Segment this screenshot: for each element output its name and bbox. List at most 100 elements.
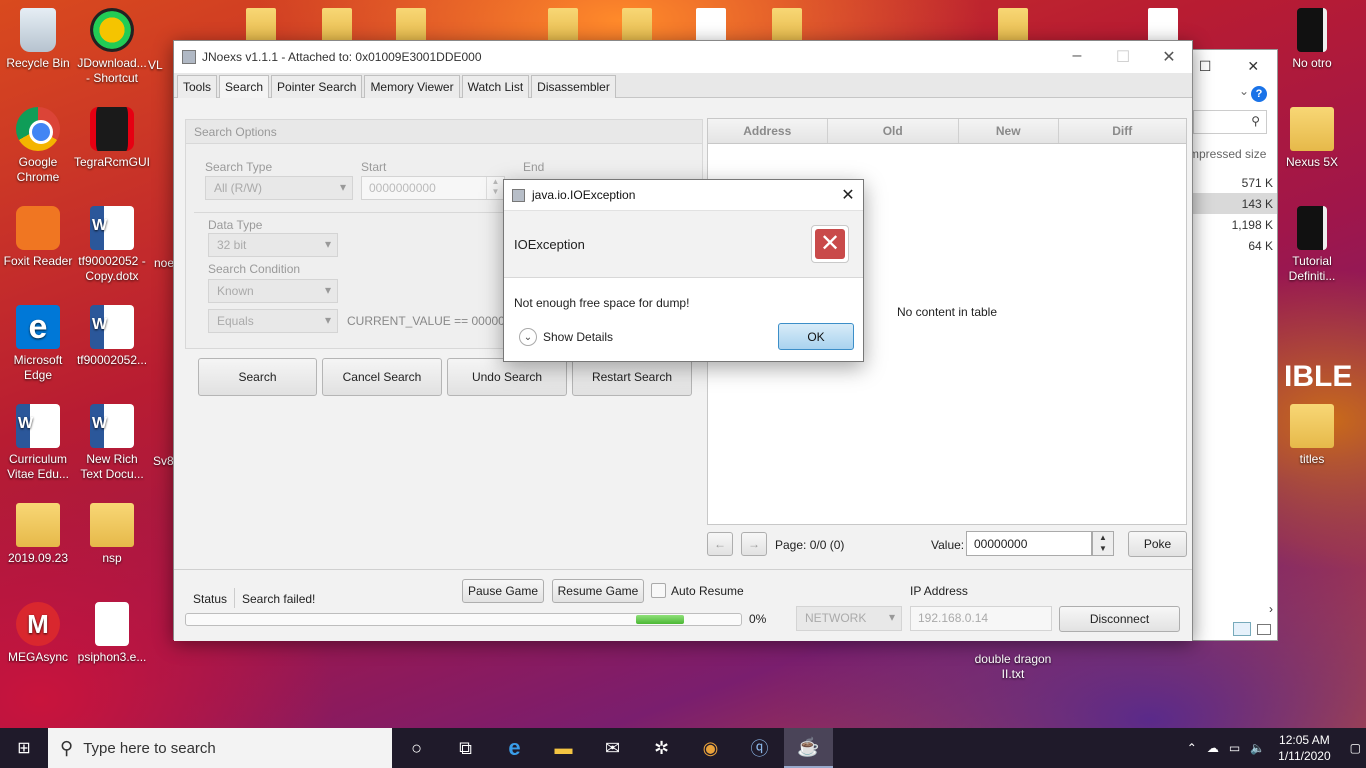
desktop-icon-jdownloader[interactable]: JDownload... - Shortcut: [74, 8, 150, 86]
column-new[interactable]: New: [959, 119, 1059, 143]
volume-icon[interactable]: 🔈: [1250, 741, 1265, 755]
desktop-icon-recycle-bin[interactable]: Recycle Bin: [0, 8, 76, 71]
resume-game-button[interactable]: Resume Game: [552, 579, 644, 603]
ip-address-input[interactable]: 192.168.0.14: [910, 606, 1052, 631]
data-type-select[interactable]: 32 bit: [208, 233, 338, 257]
tab-watch-list[interactable]: Watch List: [461, 75, 530, 98]
desktop-partial-file[interactable]: [998, 8, 1028, 42]
chevron-up-icon[interactable]: ⌃: [1187, 741, 1197, 755]
desktop-icon-rich-text[interactable]: New Rich Text Docu...: [74, 404, 150, 482]
explorer-titlebar: ☐ ✕: [1181, 50, 1277, 82]
details-view-icon[interactable]: [1233, 622, 1251, 636]
search-condition-select[interactable]: Known: [208, 279, 338, 303]
search-button[interactable]: Search: [198, 358, 317, 396]
switch-icon: [90, 107, 134, 151]
list-item[interactable]: 143 K: [1181, 193, 1277, 214]
clock[interactable]: 12:05 AM 1/11/2020: [1278, 732, 1331, 764]
desktop-icon-folder-2019[interactable]: 2019.09.23: [0, 503, 76, 566]
poke-button[interactable]: Poke: [1128, 531, 1187, 557]
column-address[interactable]: Address: [708, 119, 828, 143]
list-item[interactable]: 1,198 K: [1181, 214, 1277, 235]
desktop-icon-folder-nsp[interactable]: nsp: [74, 503, 150, 566]
network-icon[interactable]: ▭: [1229, 741, 1240, 755]
windows-start-icon[interactable]: ⊞: [0, 728, 48, 768]
desktop-icon-double-dragon[interactable]: double dragon II.txt: [973, 652, 1053, 682]
column-old[interactable]: Old: [828, 119, 959, 143]
ok-button[interactable]: OK: [778, 323, 854, 350]
desktop-icon-megasync[interactable]: M MEGAsync: [0, 602, 76, 665]
tab-memory-viewer[interactable]: Memory Viewer: [364, 75, 460, 98]
cancel-search-button[interactable]: Cancel Search: [322, 358, 442, 396]
desktop-icon-foxit-reader[interactable]: Foxit Reader: [0, 206, 76, 269]
chrome-taskbar-icon[interactable]: ◉: [686, 728, 735, 768]
tab-disassembler[interactable]: Disassembler: [531, 75, 616, 98]
explorer-search-input[interactable]: ⚲: [1193, 110, 1267, 134]
tab-search[interactable]: Search: [219, 75, 270, 98]
desktop-icon-titles[interactable]: titles: [1274, 404, 1350, 467]
cortana-icon[interactable]: ○: [392, 728, 441, 768]
start-address-input[interactable]: 0000000000: [361, 176, 505, 200]
auto-resume-label: Auto Resume: [671, 584, 744, 598]
list-item[interactable]: 571 K: [1181, 172, 1277, 193]
file-explorer-taskbar-icon[interactable]: ▬: [539, 728, 588, 768]
desktop-icon-curriculum[interactable]: Curriculum Vitae Edu...: [0, 404, 76, 482]
comparator-select[interactable]: Equals: [208, 309, 338, 333]
app-taskbar-icon[interactable]: ✲: [637, 728, 686, 768]
edge-taskbar-icon[interactable]: e: [490, 728, 539, 768]
desktop-partial-file[interactable]: [622, 8, 652, 42]
undo-search-button[interactable]: Undo Search: [447, 358, 567, 396]
desktop-icon-word[interactable]: tf90002052...: [74, 305, 150, 368]
desktop-icon-tutorial[interactable]: Tutorial Definiti...: [1274, 206, 1350, 284]
java-taskbar-icon[interactable]: ☕: [784, 728, 833, 768]
search-type-select[interactable]: All (R/W): [205, 176, 353, 200]
maximize-icon[interactable]: ☐: [1100, 47, 1146, 67]
mail-taskbar-icon[interactable]: ✉: [588, 728, 637, 768]
close-icon[interactable]: ✕: [1247, 58, 1259, 75]
list-item[interactable]: 64 K: [1181, 235, 1277, 256]
file-explorer-window[interactable]: ☐ ✕ ⌄ ? ⚲ mpressed size 571 K 143 K 1,19…: [1180, 49, 1278, 641]
auto-resume-checkbox[interactable]: [651, 583, 666, 598]
desktop-partial-file[interactable]: [322, 8, 352, 42]
minimize-icon[interactable]: –: [1054, 47, 1100, 67]
desktop-icon-chrome[interactable]: Google Chrome: [0, 107, 76, 185]
connection-type-select[interactable]: NETWORK: [796, 606, 902, 631]
desktop-partial-file[interactable]: [772, 8, 802, 42]
tiles-view-icon[interactable]: [1257, 624, 1271, 635]
restart-search-button[interactable]: Restart Search: [572, 358, 692, 396]
tab-pointer-search[interactable]: Pointer Search: [271, 75, 363, 98]
taskbar-search-box[interactable]: ⚲ Type here to search: [48, 728, 392, 768]
show-details-toggle[interactable]: ⌄ Show Details: [519, 328, 613, 346]
value-spinner[interactable]: ▲ ▼: [1092, 531, 1114, 556]
prev-page-button[interactable]: ←: [707, 532, 733, 556]
desktop-partial-file[interactable]: [396, 8, 426, 42]
disconnect-button[interactable]: Disconnect: [1059, 606, 1180, 632]
desktop-icon-no-otro[interactable]: No otro: [1274, 8, 1350, 71]
start-spinner[interactable]: ▲ ▼: [486, 177, 504, 199]
notifications-icon[interactable]: ▢: [1350, 741, 1361, 755]
desktop-icon-edge[interactable]: e Microsoft Edge: [0, 305, 76, 383]
close-icon[interactable]: ✕: [833, 185, 863, 205]
tab-tools[interactable]: Tools: [177, 75, 218, 98]
maximize-icon[interactable]: ☐: [1199, 58, 1212, 75]
chevron-down-icon[interactable]: ⌄: [1239, 84, 1249, 98]
column-header-compressed-size[interactable]: mpressed size: [1189, 147, 1266, 161]
desktop-icon-tegrarcmgui[interactable]: TegraRcmGUI: [74, 107, 150, 170]
desktop-icon-word-copy[interactable]: tf90002052 - Copy.dotx: [74, 206, 150, 284]
next-page-button[interactable]: →: [741, 532, 767, 556]
task-view-icon[interactable]: ⧉: [441, 728, 490, 768]
desktop-partial-file[interactable]: [696, 8, 726, 42]
onedrive-icon[interactable]: ☁: [1207, 741, 1219, 755]
desktop-partial-file[interactable]: [548, 8, 578, 42]
desktop-partial-file[interactable]: [1148, 8, 1178, 42]
help-icon[interactable]: ?: [1251, 86, 1267, 102]
pause-game-button[interactable]: Pause Game: [462, 579, 544, 603]
desktop-icon-psiphon[interactable]: psiphon3.e...: [74, 602, 150, 665]
desktop-partial-file[interactable]: [246, 8, 276, 42]
close-icon[interactable]: ✕: [1146, 47, 1192, 67]
desktop-icon-nexus[interactable]: Nexus 5X: [1274, 107, 1350, 170]
error-dialog[interactable]: java.io.IOException ✕ IOException ✕ Not …: [503, 179, 864, 362]
column-diff[interactable]: Diff: [1059, 119, 1186, 143]
value-input[interactable]: 00000000: [966, 531, 1092, 556]
qbittorrent-taskbar-icon[interactable]: ⓠ: [735, 728, 784, 768]
scroll-right-icon[interactable]: ›: [1269, 602, 1273, 616]
